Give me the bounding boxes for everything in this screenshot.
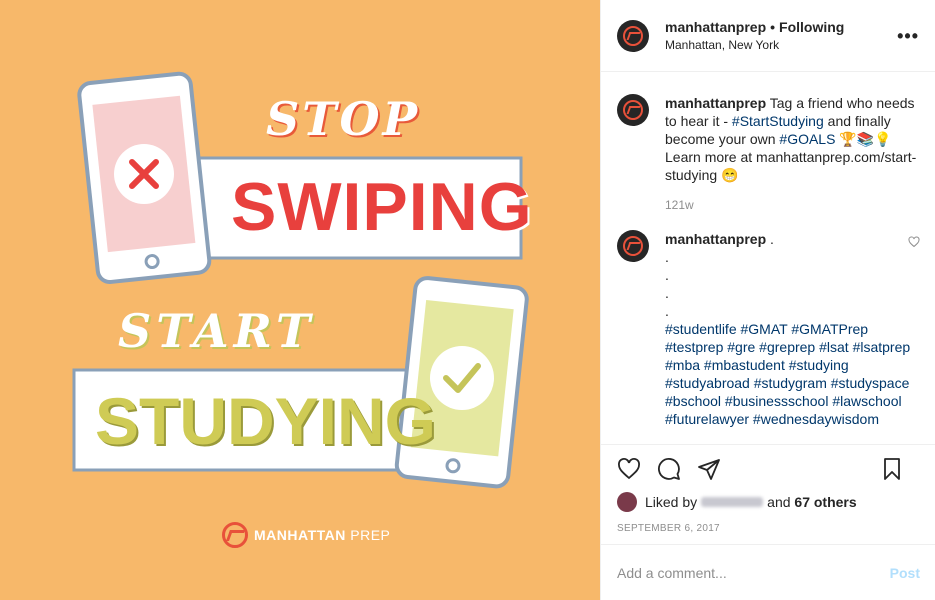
headline-stop: STOP — [266, 92, 421, 146]
caption-text-3: Learn more at manhattanprep.com/start-st… — [665, 149, 917, 183]
like-heart-icon[interactable] — [617, 457, 641, 481]
post-image[interactable]: STOP SWIPING START STUDYING MANHATTAN PR… — [0, 0, 600, 600]
comment-first-dot: . — [770, 231, 774, 247]
post-comment-button[interactable]: Post — [890, 565, 920, 581]
avatar[interactable] — [617, 19, 649, 52]
comment-item: manhattanprep . . . . . #studentlife #GM… — [617, 230, 920, 428]
headline-start: START — [118, 304, 316, 358]
manhattan-prep-logo-icon — [222, 522, 248, 548]
save-bookmark-icon[interactable] — [880, 457, 904, 481]
comment-dot: . — [665, 303, 669, 319]
others-count-link[interactable]: 67 others — [794, 494, 856, 510]
liked-by: Liked by and 67 others — [617, 492, 920, 512]
caption-emoji-end: 😁 — [721, 167, 739, 183]
post-header: manhattanprep • Following Manhattan, New… — [601, 0, 935, 72]
comments-list[interactable]: manhattanprep Tag a friend who needs to … — [601, 72, 935, 444]
comment-dot: . — [665, 285, 669, 301]
brand-text: MANHATTAN PREP — [254, 527, 391, 543]
comment-hashtags[interactable]: #studentlife #GMAT #GMATPrep #testprep #… — [665, 320, 917, 428]
headline-swiping: SWIPING — [231, 169, 533, 245]
liked-prefix: Liked by — [645, 494, 698, 510]
post-date[interactable]: SEPTEMBER 6, 2017 — [617, 523, 920, 534]
caption-emojis: 🏆📚💡 — [839, 131, 892, 147]
comment-dot: . — [665, 267, 669, 283]
comment-dot: . — [665, 249, 669, 265]
like-comment-heart-icon[interactable] — [908, 236, 920, 248]
post-time[interactable]: 121w — [665, 196, 917, 214]
header-separator: • — [770, 19, 776, 35]
header-username[interactable]: manhattanprep — [665, 19, 766, 35]
more-horizontal-icon[interactable]: ••• — [897, 26, 919, 47]
liked-and: and — [767, 494, 791, 510]
comment-dots: . . . . — [665, 248, 917, 320]
liker-name-blurred[interactable] — [701, 497, 764, 507]
actions-area: Liked by and 67 others SEPTEMBER 6, 2017 — [601, 444, 935, 544]
avatar[interactable] — [617, 230, 649, 262]
hashtag-link[interactable]: #GOALS — [779, 131, 835, 147]
caption-username[interactable]: manhattanprep — [665, 95, 766, 111]
post-sidebar: manhattanprep • Following Manhattan, New… — [600, 0, 935, 600]
comment-bubble-icon[interactable] — [657, 457, 681, 481]
comment-username[interactable]: manhattanprep — [665, 231, 766, 247]
avatar[interactable] — [617, 94, 649, 126]
location-link[interactable]: Manhattan, New York — [665, 38, 844, 52]
caption: manhattanprep Tag a friend who needs to … — [617, 94, 920, 214]
hashtag-link[interactable]: #StartStudying — [732, 113, 824, 129]
add-comment-bar: Post — [601, 544, 935, 600]
brand-logo: MANHATTAN PREP — [222, 522, 390, 548]
post-illustration — [72, 71, 529, 489]
following-button[interactable]: Following — [779, 19, 844, 35]
share-paper-plane-icon[interactable] — [697, 457, 721, 481]
headline-studying: STUDYING — [95, 384, 437, 458]
check-mark-circle — [430, 346, 494, 410]
comment-input[interactable] — [617, 564, 882, 581]
liker-avatar[interactable] — [617, 492, 637, 512]
